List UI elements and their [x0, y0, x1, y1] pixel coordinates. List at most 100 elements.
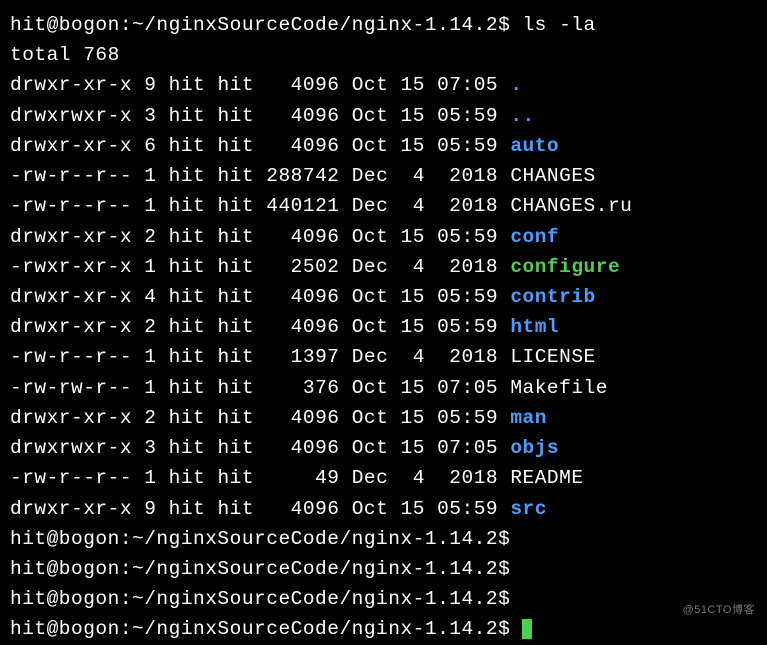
file-size: 440121 — [266, 195, 339, 217]
file-links: 1 — [144, 165, 156, 187]
file-group: hit — [217, 377, 254, 399]
file-date: Dec 4 2018 — [352, 195, 498, 217]
terminal-line: -rwxr-xr-x 1 hit hit 2502 Dec 4 2018 con… — [10, 252, 757, 282]
file-date: Dec 4 2018 — [352, 165, 498, 187]
file-name: CHANGES.ru — [510, 195, 632, 217]
file-links: 1 — [144, 467, 156, 489]
file-name: src — [510, 498, 547, 520]
file-size: 4096 — [266, 74, 339, 96]
terminal-line: -rw-rw-r-- 1 hit hit 376 Oct 15 07:05 Ma… — [10, 373, 757, 403]
file-size: 4096 — [266, 407, 339, 429]
file-perms: -rw-r--r-- — [10, 195, 132, 217]
terminal-output[interactable]: hit@bogon:~/nginxSourceCode/nginx-1.14.2… — [10, 10, 757, 645]
file-group: hit — [217, 74, 254, 96]
terminal-line: hit@bogon:~/nginxSourceCode/nginx-1.14.2… — [10, 614, 757, 644]
terminal-line: hit@bogon:~/nginxSourceCode/nginx-1.14.2… — [10, 524, 757, 554]
file-owner: hit — [169, 407, 206, 429]
file-group: hit — [217, 256, 254, 278]
file-date: Oct 15 05:59 — [352, 135, 498, 157]
file-owner: hit — [169, 135, 206, 157]
file-size: 4096 — [266, 316, 339, 338]
terminal-line: -rw-r--r-- 1 hit hit 49 Dec 4 2018 READM… — [10, 463, 757, 493]
file-date: Oct 15 05:59 — [352, 407, 498, 429]
file-name: objs — [510, 437, 559, 459]
file-name: LICENSE — [510, 346, 595, 368]
cursor-icon[interactable] — [522, 619, 532, 639]
file-links: 2 — [144, 407, 156, 429]
file-owner: hit — [169, 105, 206, 127]
file-date: Dec 4 2018 — [352, 467, 498, 489]
file-perms: drwxr-xr-x — [10, 135, 132, 157]
file-links: 2 — [144, 316, 156, 338]
file-links: 1 — [144, 256, 156, 278]
file-size: 4096 — [266, 105, 339, 127]
terminal-line: hit@bogon:~/nginxSourceCode/nginx-1.14.2… — [10, 554, 757, 584]
file-owner: hit — [169, 286, 206, 308]
terminal-line: hit@bogon:~/nginxSourceCode/nginx-1.14.2… — [10, 10, 757, 40]
file-size: 1397 — [266, 346, 339, 368]
file-perms: -rw-rw-r-- — [10, 377, 132, 399]
file-links: 1 — [144, 195, 156, 217]
file-name: html — [510, 316, 559, 338]
file-name: README — [510, 467, 583, 489]
file-owner: hit — [169, 165, 206, 187]
file-perms: drwxr-xr-x — [10, 407, 132, 429]
terminal-line: drwxrwxr-x 3 hit hit 4096 Oct 15 07:05 o… — [10, 433, 757, 463]
file-owner: hit — [169, 316, 206, 338]
file-perms: -rw-r--r-- — [10, 467, 132, 489]
file-perms: drwxr-xr-x — [10, 286, 132, 308]
terminal-line: -rw-r--r-- 1 hit hit 440121 Dec 4 2018 C… — [10, 191, 757, 221]
file-name: contrib — [510, 286, 595, 308]
file-date: Oct 15 05:59 — [352, 498, 498, 520]
shell-prompt: hit@bogon:~/nginxSourceCode/nginx-1.14.2… — [10, 528, 510, 550]
file-group: hit — [217, 316, 254, 338]
file-perms: -rw-r--r-- — [10, 346, 132, 368]
file-name: conf — [510, 226, 559, 248]
file-name: Makefile — [510, 377, 608, 399]
file-group: hit — [217, 105, 254, 127]
terminal-line: drwxr-xr-x 2 hit hit 4096 Oct 15 05:59 h… — [10, 312, 757, 342]
file-size: 4096 — [266, 498, 339, 520]
file-owner: hit — [169, 346, 206, 368]
file-owner: hit — [169, 467, 206, 489]
file-links: 3 — [144, 105, 156, 127]
file-owner: hit — [169, 377, 206, 399]
file-group: hit — [217, 165, 254, 187]
file-links: 6 — [144, 135, 156, 157]
file-owner: hit — [169, 437, 206, 459]
file-group: hit — [217, 498, 254, 520]
file-owner: hit — [169, 256, 206, 278]
file-date: Oct 15 07:05 — [352, 437, 498, 459]
file-group: hit — [217, 407, 254, 429]
file-links: 1 — [144, 346, 156, 368]
file-group: hit — [217, 346, 254, 368]
file-date: Dec 4 2018 — [352, 256, 498, 278]
file-size: 2502 — [266, 256, 339, 278]
file-owner: hit — [169, 195, 206, 217]
file-group: hit — [217, 226, 254, 248]
file-size: 4096 — [266, 286, 339, 308]
file-date: Oct 15 07:05 — [352, 74, 498, 96]
file-name: auto — [510, 135, 559, 157]
terminal-line: drwxrwxr-x 3 hit hit 4096 Oct 15 05:59 .… — [10, 101, 757, 131]
file-date: Oct 15 05:59 — [352, 316, 498, 338]
file-perms: drwxrwxr-x — [10, 437, 132, 459]
file-owner: hit — [169, 74, 206, 96]
terminal-line: drwxr-xr-x 2 hit hit 4096 Oct 15 05:59 m… — [10, 403, 757, 433]
file-name: man — [510, 407, 547, 429]
terminal-line: total 768 — [10, 40, 757, 70]
file-date: Oct 15 07:05 — [352, 377, 498, 399]
file-perms: -rw-r--r-- — [10, 165, 132, 187]
file-size: 4096 — [266, 226, 339, 248]
file-group: hit — [217, 437, 254, 459]
shell-prompt: hit@bogon:~/nginxSourceCode/nginx-1.14.2… — [10, 588, 510, 610]
file-links: 9 — [144, 74, 156, 96]
file-date: Oct 15 05:59 — [352, 105, 498, 127]
file-perms: -rwxr-xr-x — [10, 256, 132, 278]
terminal-line: drwxr-xr-x 6 hit hit 4096 Oct 15 05:59 a… — [10, 131, 757, 161]
file-size: 288742 — [266, 165, 339, 187]
file-name: . — [510, 74, 522, 96]
file-name: .. — [510, 105, 534, 127]
file-size: 376 — [266, 377, 339, 399]
file-size: 4096 — [266, 135, 339, 157]
